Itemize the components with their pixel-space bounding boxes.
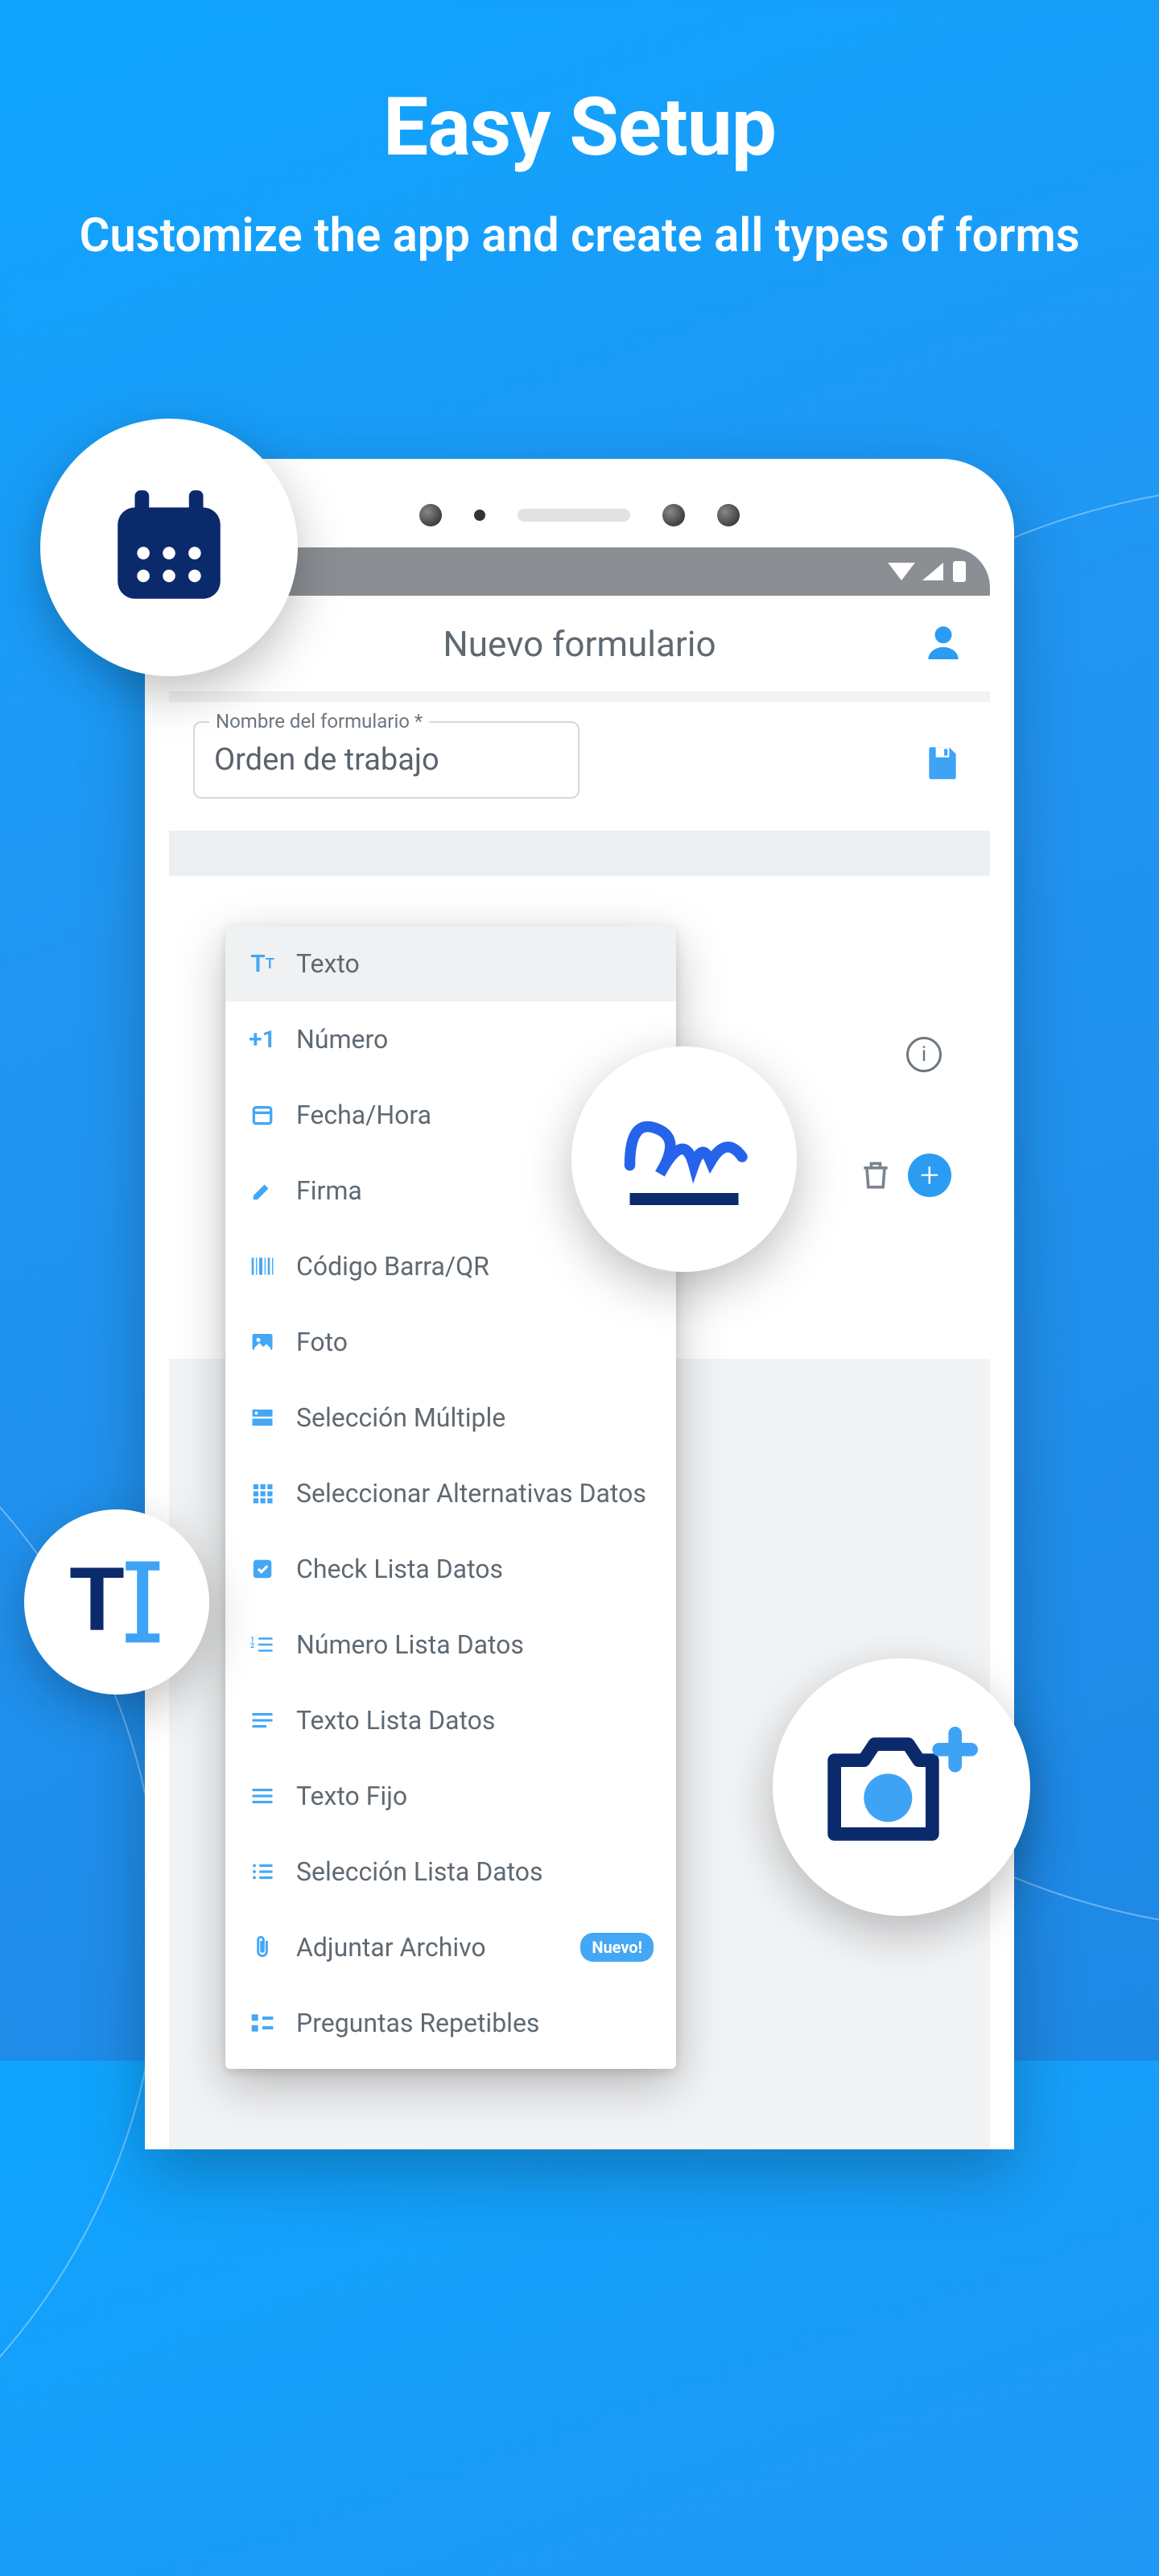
sellist-icon (248, 1857, 277, 1886)
menu-label: Seleccionar Alternativas Datos (296, 1478, 646, 1509)
menu-item-texto-fijo[interactable]: Texto Fijo (225, 1758, 676, 1834)
save-icon[interactable] (922, 742, 963, 782)
svg-text:2: 2 (250, 1642, 254, 1650)
info-icon[interactable]: i (906, 1037, 942, 1072)
menu-label: Número (296, 1024, 388, 1055)
trash-icon[interactable] (858, 1158, 893, 1193)
bubble-text-field: T (24, 1509, 209, 1695)
add-question-button[interactable]: + (908, 1154, 951, 1197)
menu-label: Texto (296, 948, 360, 979)
textlist-icon (248, 1706, 277, 1735)
camera-add-icon (821, 1715, 982, 1860)
new-badge: Nuevo! (580, 1933, 654, 1962)
menu-item-numero-lista[interactable]: 12 Número Lista Datos (225, 1607, 676, 1682)
profile-icon[interactable] (921, 620, 966, 665)
signature-icon (612, 1095, 757, 1224)
menu-label: Texto Lista Datos (296, 1705, 495, 1736)
menu-item-foto[interactable]: Foto (225, 1304, 676, 1380)
text-cursor-icon: T (60, 1546, 173, 1658)
menu-item-seleccion-multiple[interactable]: Selección Múltiple (225, 1380, 676, 1455)
hero-section: Easy Setup Customize the app and create … (0, 0, 1159, 266)
decorative-arc-2 (0, 1288, 161, 2576)
menu-item-repetibles[interactable]: Preguntas Repetibles (225, 1985, 676, 2061)
menu-label: Check Lista Datos (296, 1554, 503, 1584)
wifi-icon (888, 563, 915, 580)
svg-text:T: T (69, 1549, 124, 1649)
form-name-label: Nombre del formulario * (209, 710, 429, 733)
fixedtext-icon (248, 1781, 277, 1810)
repeat-icon (248, 2008, 277, 2037)
menu-label: Texto Fijo (296, 1781, 407, 1811)
page-title: Nuevo formulario (443, 623, 716, 665)
menu-label: Selección Lista Datos (296, 1856, 543, 1887)
menu-label: Número Lista Datos (296, 1629, 524, 1660)
barcode-icon (248, 1252, 277, 1281)
form-name-value[interactable]: Orden de trabajo (193, 721, 580, 799)
menu-item-adjuntar[interactable]: Adjuntar Archivo Nuevo! (225, 1909, 676, 1985)
form-name-field[interactable]: Nombre del formulario * Orden de trabajo (193, 721, 580, 799)
menu-label: Preguntas Repetibles (296, 2008, 539, 2038)
menu-label: Firma (296, 1175, 362, 1206)
image-icon (248, 1327, 277, 1356)
form-name-card: Nombre del formulario * Orden de trabajo (169, 702, 990, 831)
battery-icon (953, 561, 966, 582)
multi-icon (248, 1403, 277, 1432)
menu-label: Código Barra/QR (296, 1251, 489, 1282)
calendar-small-icon (248, 1100, 277, 1129)
text-icon: TT (248, 949, 277, 978)
hero-subtitle: Customize the app and create all types o… (0, 207, 1159, 266)
bubble-camera (773, 1658, 1030, 1916)
menu-item-texto[interactable]: TT Texto (225, 926, 676, 1001)
cell-signal-icon (922, 563, 943, 580)
menu-item-seleccion-lista[interactable]: Selección Lista Datos (225, 1834, 676, 1909)
menu-item-check-lista[interactable]: Check Lista Datos (225, 1531, 676, 1607)
plusone-icon: +1 (248, 1025, 277, 1054)
grid-icon (248, 1479, 277, 1508)
bubble-calendar (40, 419, 298, 676)
menu-label: Foto (296, 1327, 348, 1357)
menu-item-texto-lista[interactable]: Texto Lista Datos (225, 1682, 676, 1758)
attach-icon (248, 1933, 277, 1962)
numlist-icon: 12 (248, 1630, 277, 1659)
menu-item-numero[interactable]: +1 Número (225, 1001, 676, 1077)
check-icon (248, 1554, 277, 1583)
hero-title: Easy Setup (0, 80, 1159, 175)
menu-label: Fecha/Hora (296, 1100, 431, 1130)
pencil-icon (248, 1176, 277, 1205)
menu-label: Adjuntar Archivo (296, 1932, 486, 1963)
section-gap (169, 831, 990, 876)
bubble-signature (571, 1046, 797, 1272)
app-bar: Nuevo formulario (169, 596, 990, 692)
calendar-icon (101, 479, 237, 616)
menu-label: Selección Múltiple (296, 1402, 505, 1433)
menu-item-alternativas[interactable]: Seleccionar Alternativas Datos (225, 1455, 676, 1531)
